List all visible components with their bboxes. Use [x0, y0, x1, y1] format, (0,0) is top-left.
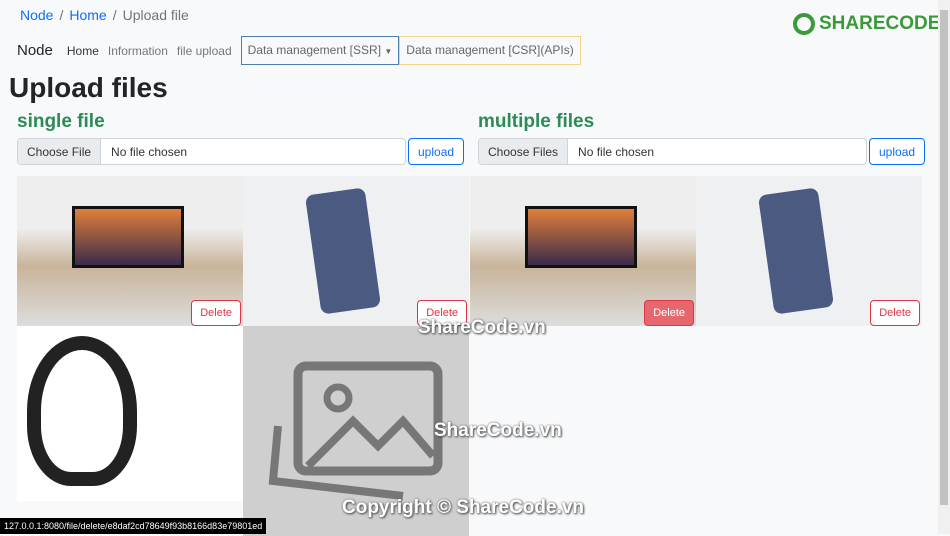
image-phone: Delete	[696, 176, 922, 326]
nav-information[interactable]: Information	[108, 44, 168, 58]
multiple-heading: multiple files	[478, 111, 595, 132]
nav-brand[interactable]: Node	[17, 42, 53, 59]
crumb-node[interactable]: Node	[20, 7, 53, 23]
multiple-file-input[interactable]: Choose Files No file chosen	[478, 138, 867, 165]
image-phone: Delete	[243, 176, 469, 326]
image-headphones	[17, 326, 243, 501]
phone-picture	[304, 187, 382, 315]
nav-csr[interactable]: Data management [CSR](APIs)	[399, 36, 581, 65]
watermark: ShareCode.vn	[418, 317, 546, 338]
scrollbar[interactable]	[938, 0, 950, 534]
tv-picture	[525, 206, 637, 268]
nav-dropdown-ssr[interactable]: Data management [SSR] ▼	[240, 36, 400, 65]
breadcrumb: Node / Home / Upload file	[20, 7, 189, 23]
choose-file-button[interactable]: Choose File	[18, 139, 102, 164]
image-tv: Delete	[470, 176, 696, 326]
image-tv: Delete	[17, 176, 243, 326]
files-status: No file chosen	[578, 145, 655, 159]
navbar: Node Home Information file upload Data m…	[17, 36, 581, 65]
delete-button[interactable]: Delete	[191, 300, 241, 326]
single-heading: single file	[17, 111, 105, 132]
status-bar-url: 127.0.0.1:8080/file/delete/e8daf2cd78649…	[0, 518, 267, 534]
delete-button[interactable]: Delete	[644, 300, 694, 326]
logo-text: SHARECODE.vn	[819, 13, 950, 34]
delete-button[interactable]: Delete	[870, 300, 920, 326]
sharecode-logo: SHARECODE.vn	[793, 13, 950, 35]
watermark: Copyright © ShareCode.vn	[342, 497, 585, 518]
crumb-home[interactable]: Home	[69, 7, 106, 23]
headphones-picture	[27, 336, 137, 486]
scrollbar-thumb[interactable]	[940, 10, 948, 505]
crumb-current: Upload file	[122, 7, 189, 23]
phone-picture	[757, 187, 835, 315]
single-file-input[interactable]: Choose File No file chosen	[17, 138, 406, 165]
caret-down-icon: ▼	[384, 47, 393, 56]
page-title: Upload files	[9, 72, 168, 103]
tv-picture	[72, 206, 184, 268]
single-upload-button[interactable]: upload	[408, 138, 465, 165]
nav-file-upload[interactable]: file upload	[177, 44, 232, 58]
file-status: No file chosen	[111, 145, 188, 159]
nav-home[interactable]: Home	[67, 44, 99, 58]
logo-icon	[793, 13, 815, 35]
choose-files-button[interactable]: Choose Files	[479, 139, 569, 164]
multiple-upload-button[interactable]: upload	[869, 138, 926, 165]
watermark: ShareCode.vn	[434, 420, 562, 441]
